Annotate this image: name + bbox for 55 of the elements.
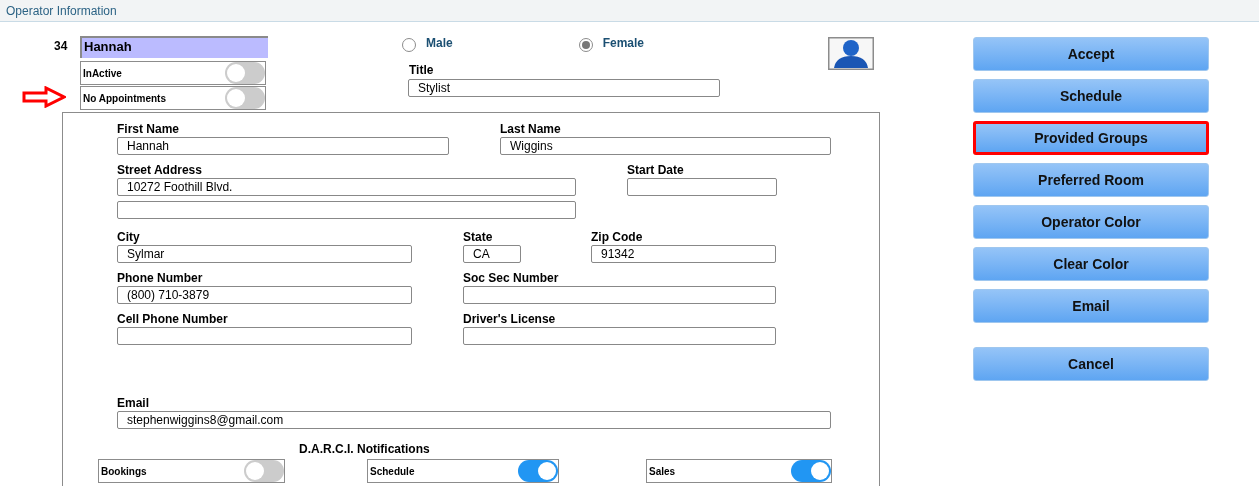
action-button[interactable]: Accept xyxy=(973,37,1209,71)
radio-button[interactable] xyxy=(578,38,593,52)
toggle-switch[interactable] xyxy=(244,460,284,482)
input-field[interactable] xyxy=(627,178,777,196)
action-button[interactable]: Email xyxy=(973,289,1209,323)
operator-number: 34 xyxy=(54,38,69,55)
toggle-label: Sales xyxy=(649,464,676,479)
toggle-label: No Appointments xyxy=(83,91,166,106)
action-button[interactable]: Schedule xyxy=(973,79,1209,113)
field-label: City xyxy=(117,229,141,245)
radio-button[interactable] xyxy=(402,38,416,52)
toggle-switch[interactable] xyxy=(518,460,558,482)
field-label: Driver's License xyxy=(463,311,557,327)
input-field[interactable]: 91342 xyxy=(591,245,776,263)
field-label: State xyxy=(463,229,494,245)
field-label: First Name xyxy=(117,121,181,137)
action-button[interactable]: Provided Groups xyxy=(973,121,1209,155)
input-field[interactable] xyxy=(117,201,576,219)
toggle-switch[interactable] xyxy=(225,87,265,109)
field-label: Zip Code xyxy=(591,229,644,245)
field-label: Phone Number xyxy=(117,270,204,286)
toggle-label: Bookings xyxy=(101,464,147,479)
action-button[interactable]: Preferred Room xyxy=(973,163,1209,197)
field-label: Email xyxy=(117,395,150,411)
toggle-label: Schedule xyxy=(370,464,415,479)
avatar-icon[interactable] xyxy=(828,37,874,70)
action-button[interactable]: Cancel xyxy=(973,347,1209,381)
action-button[interactable]: Clear Color xyxy=(973,247,1209,281)
name-field[interactable]: Hannah xyxy=(80,36,268,58)
field-label: Street Address xyxy=(117,162,203,178)
field-label: Last Name xyxy=(500,121,562,137)
toggle-switch[interactable] xyxy=(225,62,265,84)
title-field[interactable]: Stylist xyxy=(408,79,720,97)
field-label: Cell Phone Number xyxy=(117,311,229,327)
field-label: Soc Sec Number xyxy=(463,270,560,286)
input-field[interactable] xyxy=(117,327,412,345)
input-field[interactable]: Hannah xyxy=(117,137,449,155)
section-title: D.A.R.C.I. Notifications xyxy=(299,442,431,456)
input-field[interactable]: (800) 710-3879 xyxy=(117,286,412,304)
action-button[interactable]: Operator Color xyxy=(973,205,1209,239)
input-field[interactable]: 10272 Foothill Blvd. xyxy=(117,178,576,196)
input-field[interactable]: stephenwiggins8@gmail.com xyxy=(117,411,831,429)
field-label: Start Date xyxy=(627,162,685,178)
field-label: Title xyxy=(409,63,435,77)
arrow-icon xyxy=(22,86,66,108)
input-field[interactable] xyxy=(463,327,776,345)
input-field[interactable]: Sylmar xyxy=(117,245,412,263)
radio-label: Female xyxy=(602,35,645,51)
input-field[interactable] xyxy=(463,286,776,304)
radio-label: Male xyxy=(426,35,453,51)
input-field[interactable]: CA xyxy=(463,245,521,263)
toggle-label: InActive xyxy=(83,66,122,81)
header-title: Operator Information xyxy=(6,2,117,20)
input-field[interactable]: Wiggins xyxy=(500,137,831,155)
toggle-switch[interactable] xyxy=(791,460,831,482)
